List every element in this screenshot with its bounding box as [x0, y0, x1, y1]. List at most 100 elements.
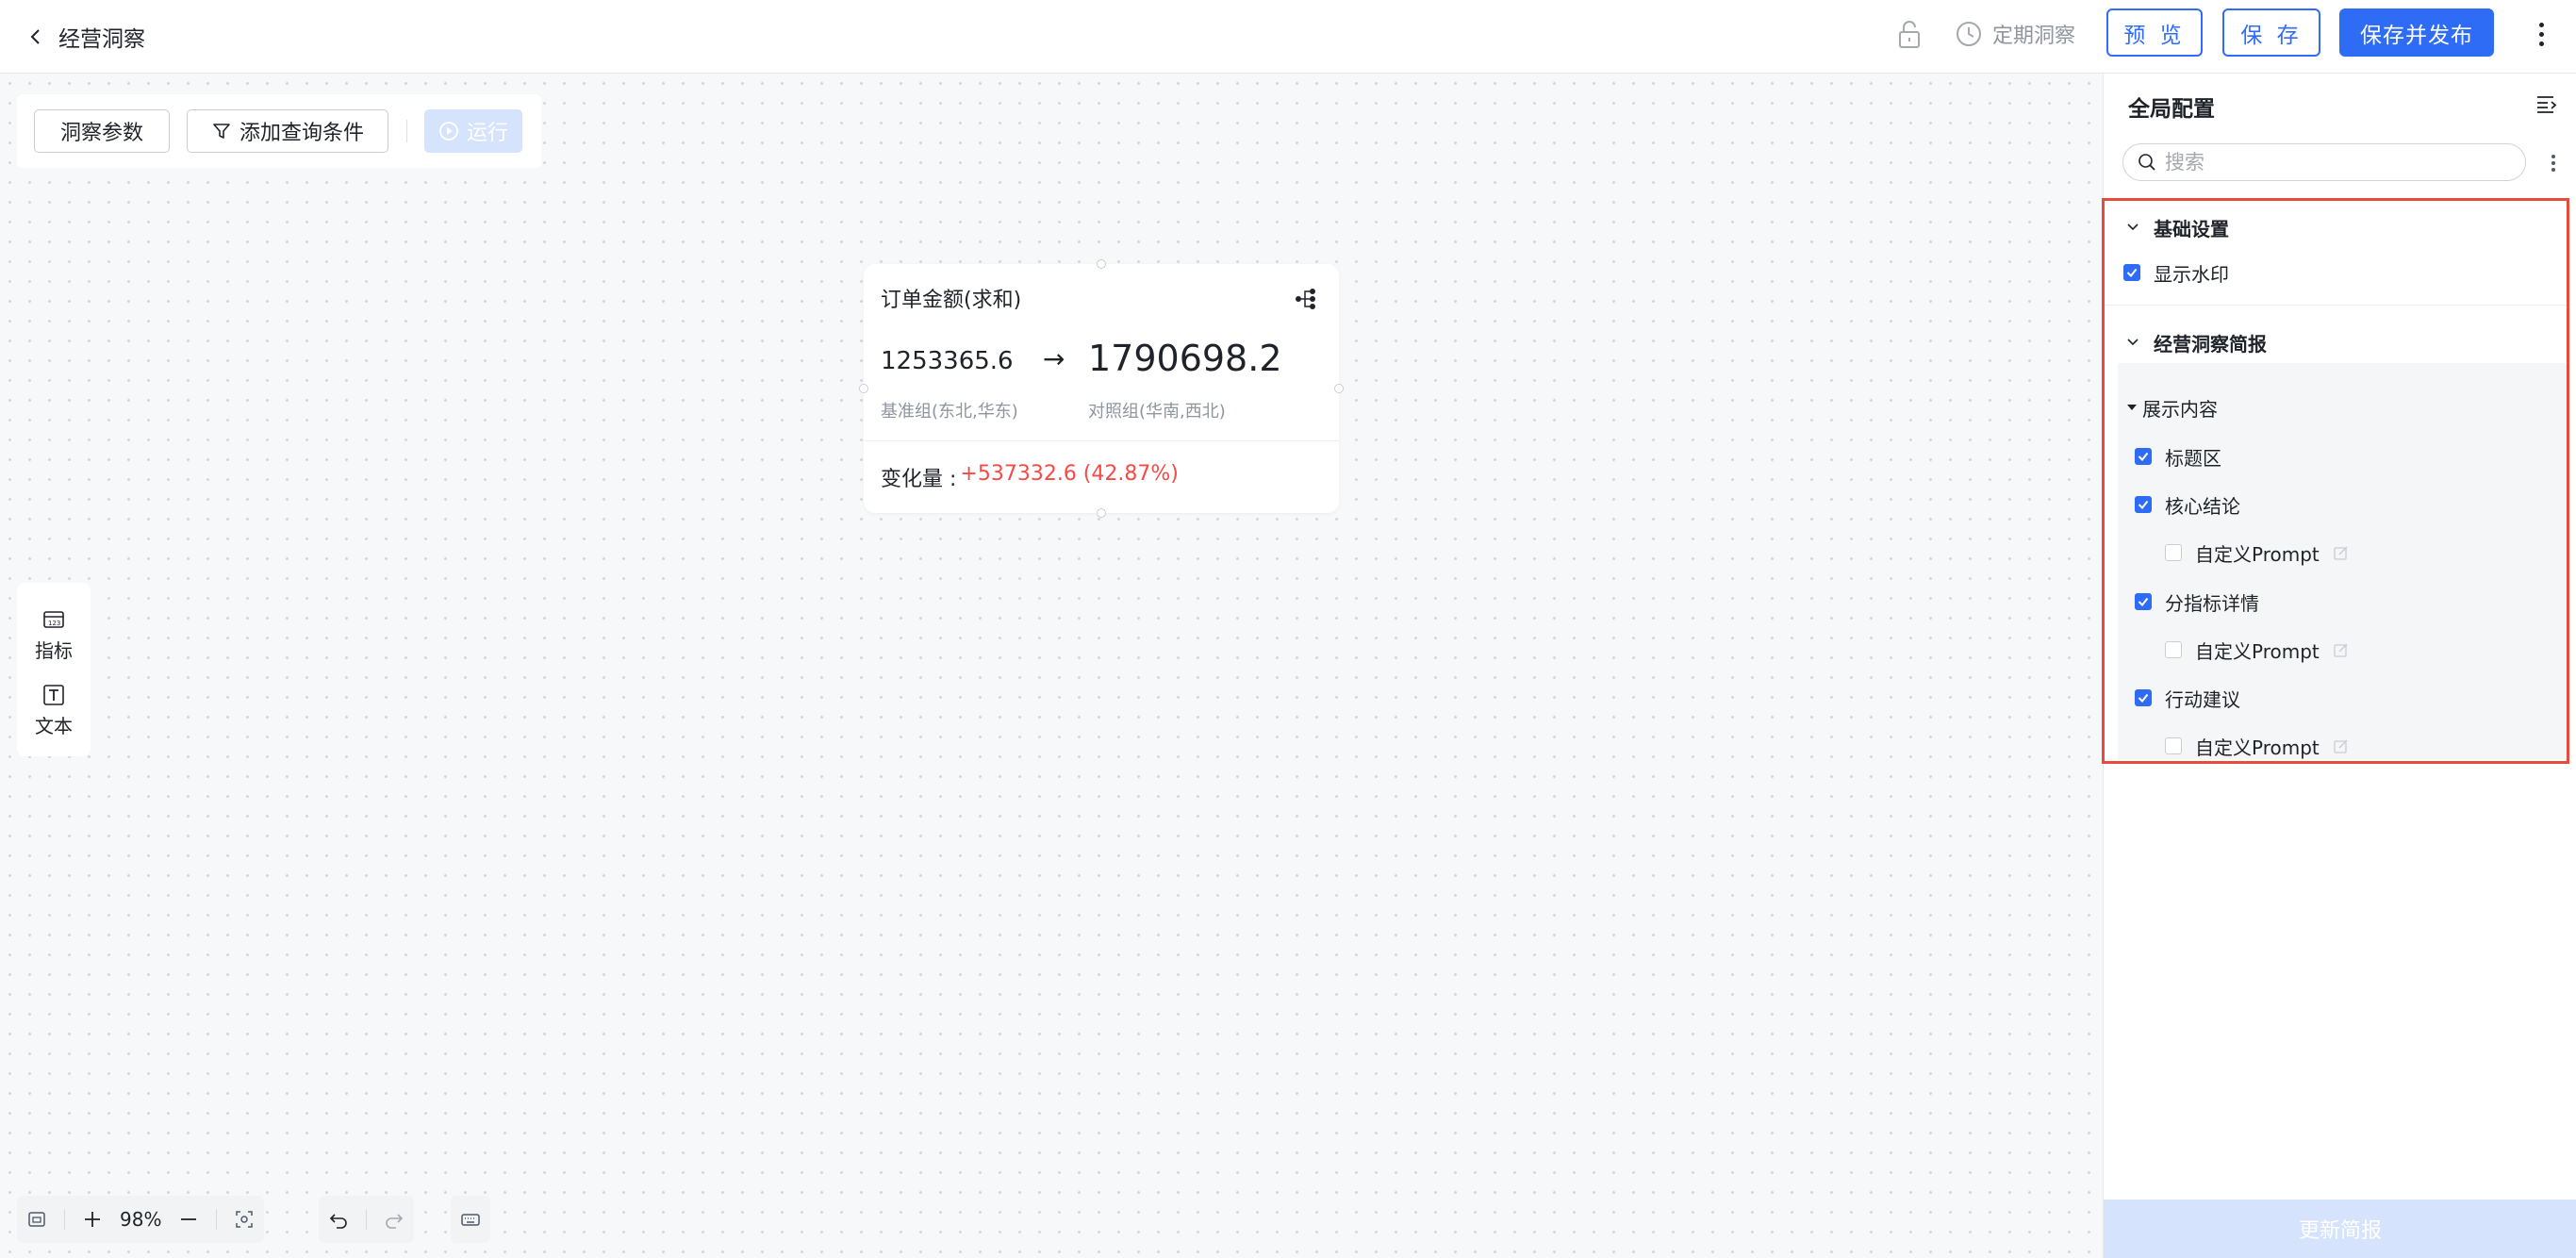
change-row: 变化量 : +537332.6 (42.87%) [881, 462, 1179, 492]
run-button[interactable]: 运行 [424, 109, 522, 153]
card-divider [864, 440, 1339, 441]
config-section-highlight: 基础设置 显示水印 经营洞察简报 展示内容 标题区 核心结论 自定义Prompt… [2102, 198, 2569, 764]
resize-handle-right[interactable] [1334, 384, 1344, 393]
check-icon [2138, 693, 2149, 703]
save-and-publish-button[interactable]: 保存并发布 [2339, 8, 2494, 57]
play-circle-icon [439, 122, 458, 141]
palette-item-metric[interactable]: 123 指标 [17, 602, 91, 668]
page-title: 经营洞察 [58, 27, 145, 52]
keyboard-icon[interactable] [460, 1209, 481, 1230]
redo-icon[interactable] [384, 1209, 405, 1230]
section-basic-title: 基础设置 [2154, 217, 2229, 240]
core-conclusion-checkbox[interactable] [2135, 496, 2152, 513]
section-basic-settings[interactable]: 基础设置 [2105, 208, 2229, 246]
clock-icon [1957, 22, 1981, 46]
section-brief-title: 经营洞察简报 [2154, 332, 2267, 356]
fit-screen-icon[interactable] [234, 1209, 255, 1230]
change-value: +537332.6 (42.87%) [960, 462, 1179, 486]
option-metric-details[interactable]: 分指标详情 [2135, 586, 2259, 618]
run-label: 运行 [466, 122, 508, 145]
keyboard-toolbar [451, 1196, 490, 1243]
panel-title: 全局配置 [2128, 97, 2215, 122]
custom-prompt-checkbox[interactable] [2165, 737, 2182, 754]
attribution-tree-icon[interactable] [1294, 287, 1318, 311]
watermark-label: 显示水印 [2154, 262, 2229, 286]
search-icon [2138, 154, 2155, 171]
schedule-insight-button[interactable]: 定期洞察 [1955, 17, 2075, 51]
text-widget-icon [43, 684, 64, 705]
toolbar-divider [64, 1209, 65, 1230]
metric-details-checkbox[interactable] [2135, 593, 2152, 610]
widget-palette: 123 指标 文本 [17, 583, 91, 756]
chevron-left-icon [30, 29, 40, 44]
panel-search [2122, 143, 2526, 181]
resize-handle-bottom[interactable] [1097, 508, 1106, 518]
metric-widget-icon: 123 [43, 610, 64, 628]
zoom-out-icon[interactable] [178, 1209, 199, 1230]
edit-icon[interactable] [2333, 737, 2350, 754]
search-input[interactable] [2165, 151, 2504, 174]
section-divider [2105, 305, 2567, 306]
edit-icon[interactable] [2333, 544, 2350, 561]
arrow-right-icon: → [1043, 343, 1065, 374]
check-icon [2138, 597, 2149, 607]
section-insight-brief[interactable]: 经营洞察简报 [2105, 323, 2267, 361]
lock-icon[interactable] [1895, 19, 1924, 51]
more-options-icon[interactable] [2530, 14, 2552, 54]
canvas[interactable]: 洞察参数 添加查询条件 运行 订单金额(求和) 1253365.6 → 1790… [0, 74, 2103, 1258]
check-icon [2126, 268, 2138, 278]
base-value: 1253365.6 [881, 347, 1014, 375]
back-button[interactable]: 经营洞察 [26, 19, 145, 55]
metric-details-label: 分指标详情 [2165, 591, 2259, 615]
metric-card[interactable]: 订单金额(求和) 1253365.6 → 1790698.2 基准组(东北,华东… [859, 259, 1344, 518]
toolbar-divider [216, 1209, 218, 1230]
global-config-panel: 全局配置 基础设置 显示水印 经营洞察简报 展示内容 [2102, 74, 2576, 1258]
save-button[interactable]: 保 存 [2222, 8, 2320, 57]
title-area-checkbox[interactable] [2135, 448, 2152, 465]
custom-prompt-label: 自定义Prompt [2195, 639, 2320, 663]
edit-icon[interactable] [2333, 641, 2350, 658]
resize-handle-top[interactable] [1097, 259, 1106, 269]
option-custom-prompt-advice[interactable]: 自定义Prompt [2165, 730, 2350, 762]
option-core-conclusion[interactable]: 核心结论 [2135, 488, 2240, 521]
watermark-option[interactable]: 显示水印 [2123, 257, 2229, 289]
zoom-level[interactable]: 98% [120, 1208, 161, 1231]
option-title-area[interactable]: 标题区 [2135, 440, 2221, 472]
watermark-checkbox[interactable] [2123, 264, 2140, 281]
toolbar-divider [366, 1209, 367, 1230]
custom-prompt-checkbox[interactable] [2165, 544, 2182, 561]
custom-prompt-checkbox[interactable] [2165, 641, 2182, 658]
insight-params-label: 洞察参数 [59, 122, 143, 145]
custom-prompt-label: 自定义Prompt [2195, 542, 2320, 566]
change-label: 变化量 : [881, 468, 957, 491]
add-filter-label: 添加查询条件 [239, 122, 364, 145]
action-advice-checkbox[interactable] [2135, 689, 2152, 706]
display-content-toggle[interactable]: 展示内容 [2127, 391, 2218, 423]
history-toolbar [319, 1196, 414, 1243]
chevron-down-icon [2127, 223, 2138, 231]
palette-text-label: 文本 [35, 714, 73, 737]
option-custom-prompt-conclusion[interactable]: 自定义Prompt [2165, 537, 2350, 569]
check-icon [2138, 500, 2149, 510]
option-action-advice[interactable]: 行动建议 [2135, 682, 2240, 714]
undo-icon[interactable] [328, 1209, 349, 1230]
update-brief-button[interactable]: 更新简报 [2104, 1200, 2576, 1258]
panel-more-icon[interactable] [2546, 151, 2561, 175]
palette-metric-label: 指标 [35, 638, 73, 662]
minimap-icon[interactable] [26, 1209, 47, 1230]
svg-text:123: 123 [48, 620, 60, 627]
check-icon [2138, 452, 2149, 462]
option-custom-prompt-details[interactable]: 自定义Prompt [2165, 634, 2350, 666]
collapse-panel-icon[interactable] [2535, 92, 2559, 117]
zoom-in-icon[interactable] [82, 1209, 103, 1230]
toolbar-divider [406, 120, 407, 142]
title-area-label: 标题区 [2165, 446, 2221, 470]
core-conclusion-label: 核心结论 [2165, 494, 2240, 518]
add-filter-button[interactable]: 添加查询条件 [187, 109, 388, 153]
insight-params-button[interactable]: 洞察参数 [34, 109, 170, 153]
preview-button[interactable]: 预 览 [2106, 8, 2203, 57]
compare-value: 1790698.2 [1088, 338, 1282, 379]
palette-item-text[interactable]: 文本 [17, 677, 91, 743]
resize-handle-left[interactable] [859, 384, 868, 393]
caret-down-icon [2127, 405, 2137, 410]
